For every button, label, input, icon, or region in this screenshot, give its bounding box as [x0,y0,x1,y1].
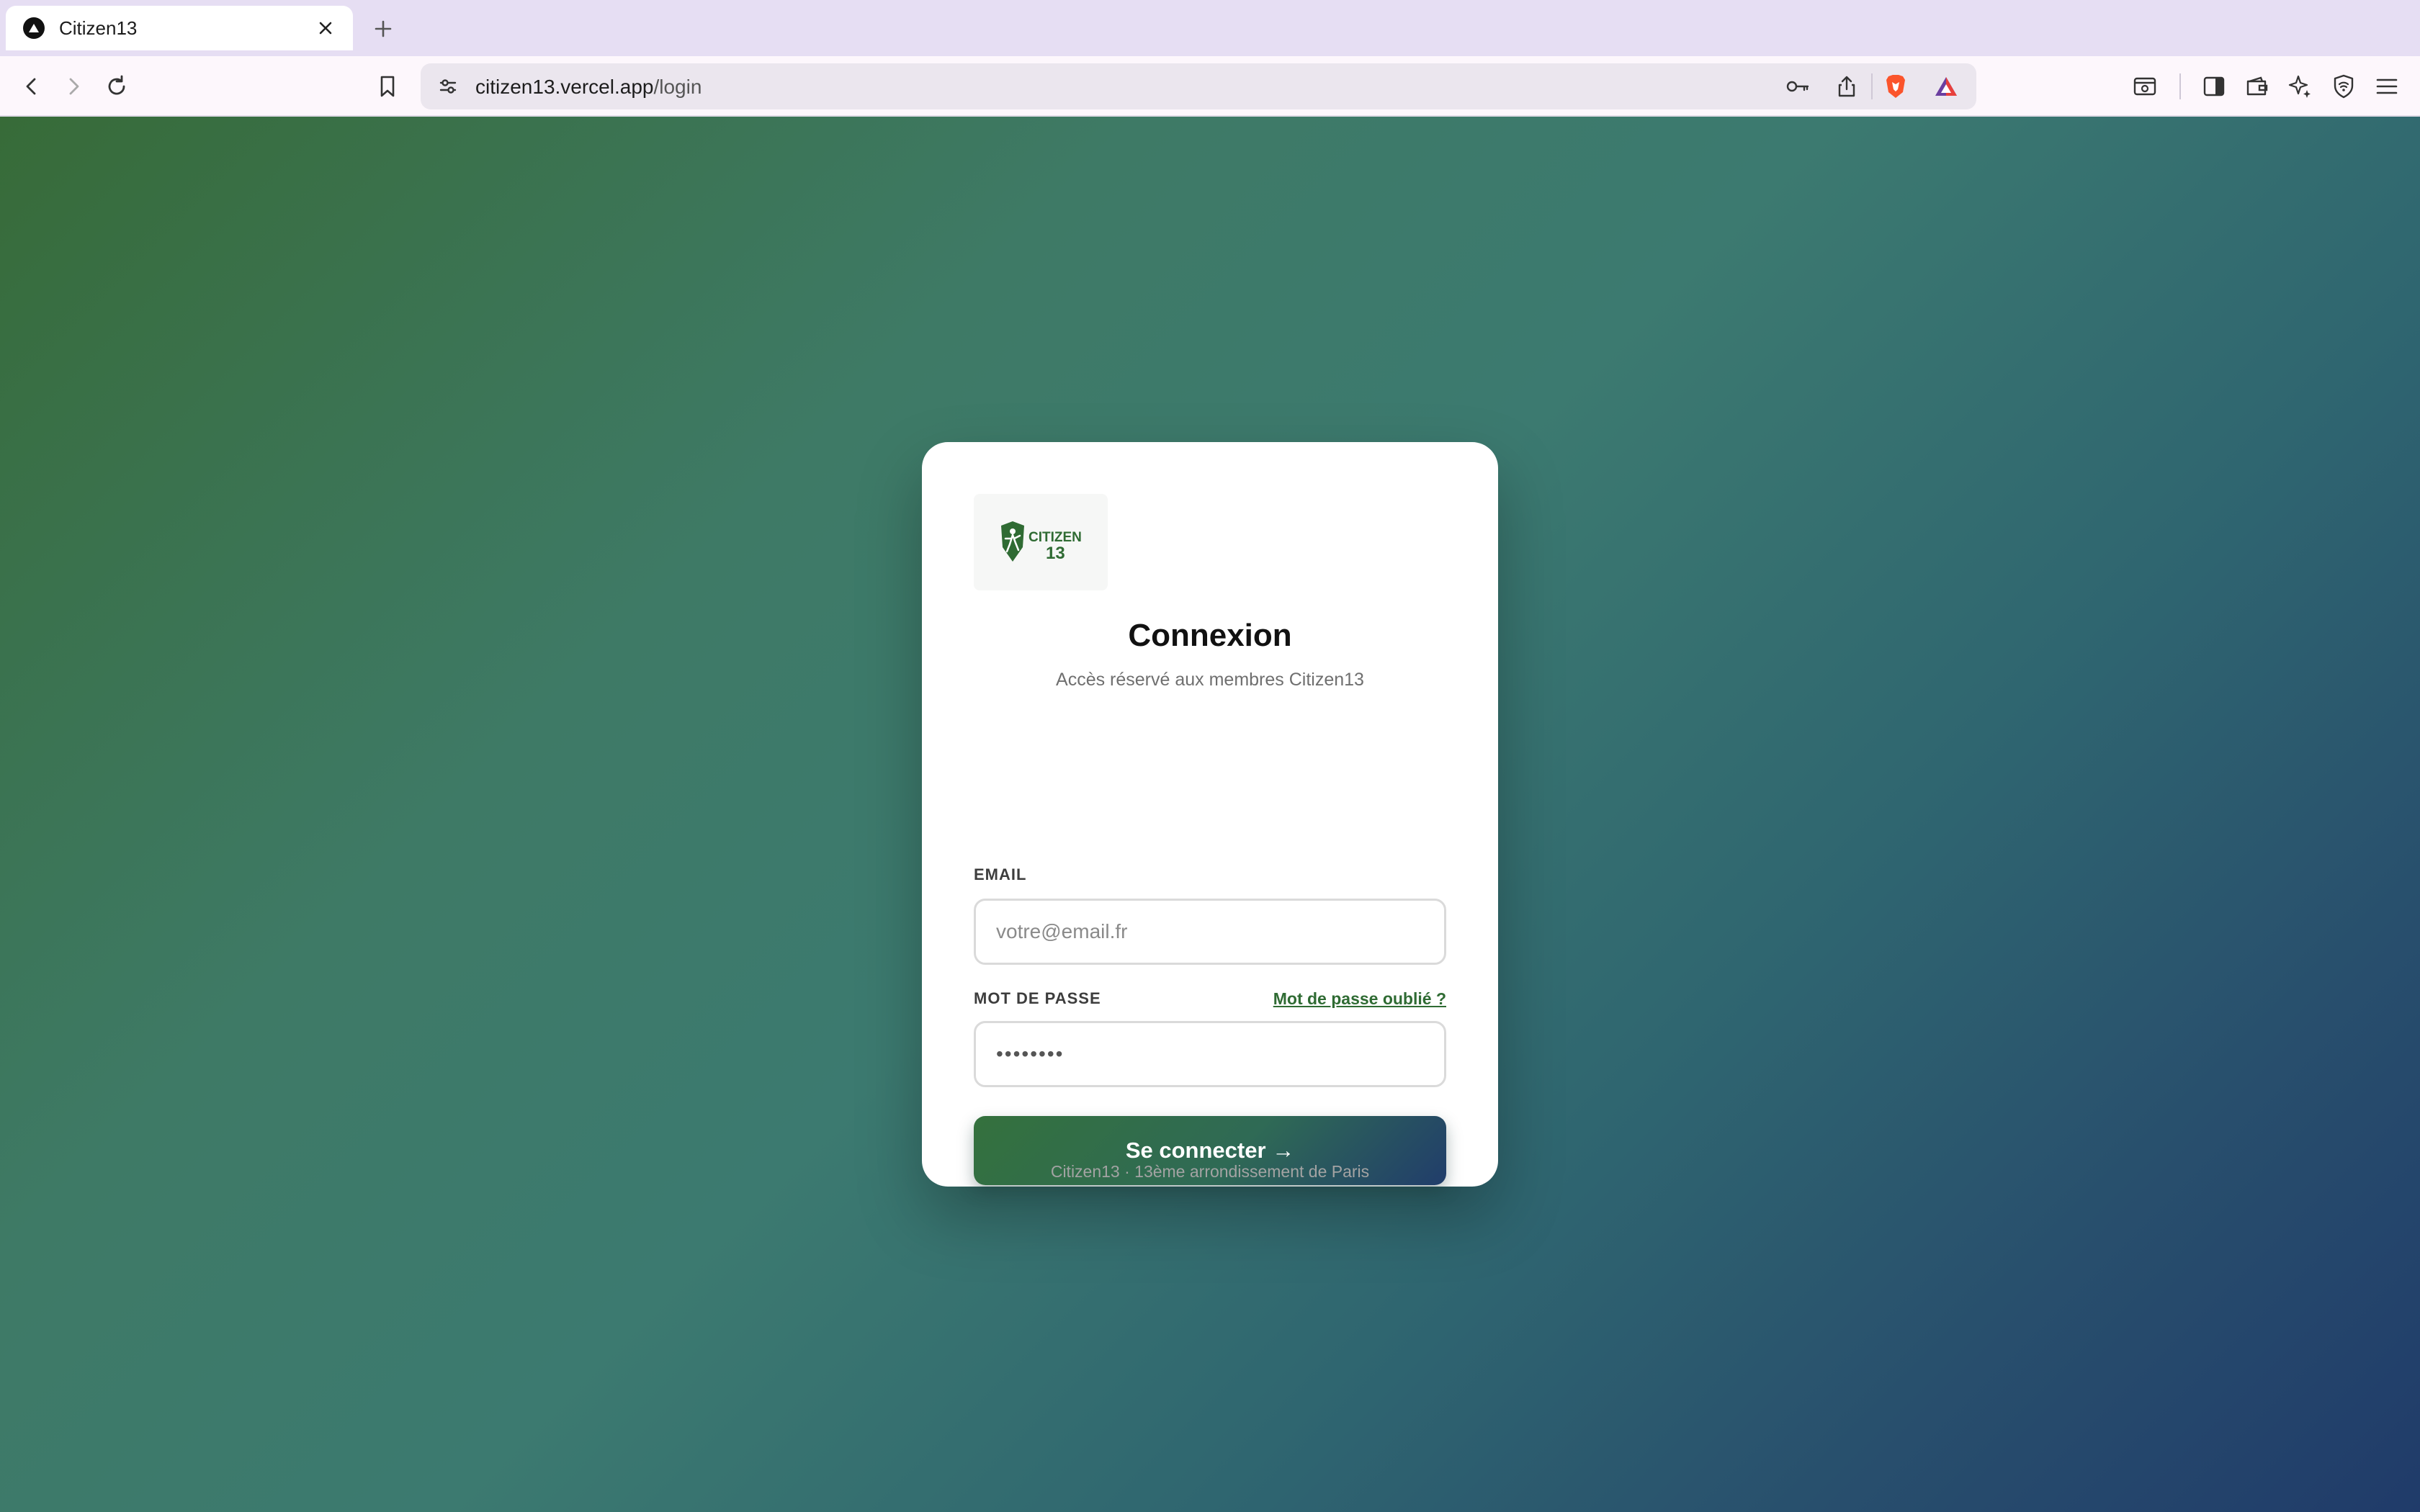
svg-text:13: 13 [1046,544,1065,563]
brave-rewards-icon[interactable] [1929,69,1963,104]
tab-title: Citizen13 [59,17,138,39]
divider [2179,73,2181,99]
password-label: MOT DE PASSE [974,989,1101,1007]
back-icon[interactable] [14,69,49,104]
login-card: CITIZEN 13 Connexion Accès réservé aux m… [922,442,1498,1187]
forgot-password-link[interactable]: Mot de passe oublié ? [1273,989,1446,1009]
bookmark-icon[interactable] [370,69,405,104]
vercel-logo-icon [23,17,45,39]
brave-shields-icon[interactable] [1878,69,1913,104]
url-text: citizen13.vercel.app/login [475,76,702,98]
close-icon[interactable] [315,18,336,38]
site-settings-icon[interactable] [431,69,465,104]
email-label: EMAIL [974,865,1027,883]
citizen13-logo: CITIZEN 13 [974,494,1108,590]
divider [1871,73,1873,99]
sidebar-icon[interactable] [2197,69,2231,104]
key-icon[interactable] [1780,69,1815,104]
wallet-icon[interactable] [2240,69,2275,104]
screenshot-icon[interactable] [2128,69,2162,104]
plus-icon[interactable] [370,16,396,42]
page-subtitle: Accès réservé aux membres Citizen13 [1056,670,1364,690]
vpn-icon[interactable] [2326,69,2361,104]
menu-icon[interactable] [2370,69,2404,104]
password-field[interactable] [974,1021,1446,1087]
forward-icon[interactable] [56,69,91,104]
email-field[interactable] [974,899,1446,965]
share-icon[interactable] [1829,69,1864,104]
browser-toolbar: citizen13.vercel.app/login [0,56,2420,117]
svg-text:CITIZEN: CITIZEN [1028,530,1082,545]
footer-text: Citizen13 · 13ème arrondissement de Pari… [1050,1162,1370,1181]
page-background: CITIZEN 13 Connexion Accès réservé aux m… [0,117,2420,1512]
page-title: Connexion [1128,618,1292,653]
address-bar[interactable]: citizen13.vercel.app/login [421,63,1976,109]
leo-ai-icon[interactable] [2283,69,2318,104]
tab-strip: Citizen13 [0,0,2420,56]
browser-tab[interactable]: Citizen13 [6,6,353,50]
reload-icon[interactable] [99,69,134,104]
